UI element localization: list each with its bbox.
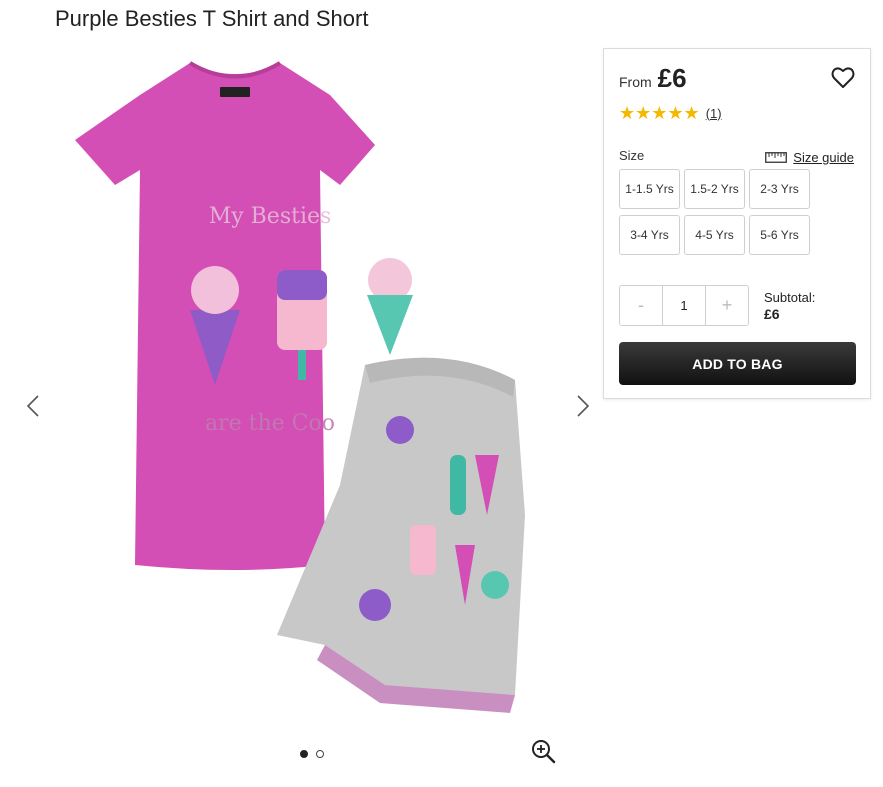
- subtotal: Subtotal: £6: [764, 289, 815, 323]
- review-count-link[interactable]: (1): [706, 106, 722, 121]
- quantity-stepper: - 1 +: [619, 285, 749, 326]
- size-option-1-1.5-yrs[interactable]: 1-1.5 Yrs: [619, 169, 680, 209]
- quantity-input[interactable]: 1: [662, 286, 706, 325]
- svg-text:My Besties: My Besties: [209, 204, 332, 229]
- size-guide-label: Size guide: [793, 150, 854, 165]
- add-to-bag-button[interactable]: ADD TO BAG: [619, 342, 856, 385]
- subtotal-value: £6: [764, 306, 780, 322]
- size-option-4-5-yrs[interactable]: 4-5 Yrs: [684, 215, 745, 255]
- size-option-2-3-yrs[interactable]: 2-3 Yrs: [749, 169, 810, 209]
- gallery-pagination: [300, 750, 324, 758]
- chevron-right-icon[interactable]: [572, 394, 592, 418]
- ruler-icon: [765, 152, 788, 163]
- svg-text:are the Coo: are the Coo: [205, 411, 335, 436]
- gallery-dot-1[interactable]: [300, 750, 308, 758]
- size-guide-link[interactable]: Size guide: [765, 150, 854, 165]
- price-prefix: From: [619, 74, 652, 90]
- heart-icon[interactable]: [830, 65, 856, 91]
- size-option-3-4-yrs[interactable]: 3-4 Yrs: [619, 215, 680, 255]
- chevron-left-icon[interactable]: [24, 394, 44, 418]
- product-title: Purple Besties T Shirt and Short: [55, 6, 369, 31]
- subtotal-label: Subtotal:: [764, 290, 816, 305]
- quantity-decrease-button[interactable]: -: [620, 286, 662, 325]
- star-rating-icon: ★★★★★: [619, 103, 700, 123]
- purchase-panel: From £6 ★★★★★ (1) Size Size guide 1-1.5 …: [603, 48, 871, 399]
- quantity-increase-button[interactable]: +: [706, 286, 748, 325]
- product-gallery: My Besties are the Coo: [0, 40, 600, 787]
- gallery-dot-2[interactable]: [316, 750, 324, 758]
- rating: ★★★★★ (1): [619, 104, 722, 122]
- size-label: Size: [619, 148, 645, 163]
- size-option-1.5-2-yrs[interactable]: 1.5-2 Yrs: [684, 169, 745, 209]
- size-options: 1-1.5 Yrs 1.5-2 Yrs 2-3 Yrs 3-4 Yrs 4-5 …: [619, 169, 819, 255]
- price-row: From £6: [619, 63, 687, 94]
- zoom-in-icon[interactable]: [530, 738, 556, 764]
- price: £6: [657, 63, 687, 93]
- product-image[interactable]: My Besties are the Coo: [55, 45, 575, 735]
- size-option-5-6-yrs[interactable]: 5-6 Yrs: [749, 215, 810, 255]
